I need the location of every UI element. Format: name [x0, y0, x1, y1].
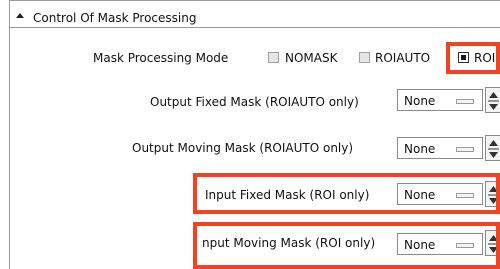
highlight-roi-option	[446, 42, 500, 74]
dropdown-handle-icon	[456, 147, 474, 152]
output-fixed-mask-spinner[interactable]	[485, 87, 500, 113]
nomask-label[interactable]: NOMASK	[285, 51, 337, 65]
highlight-input-moving-mask	[193, 222, 500, 269]
dropdown-handle-icon	[456, 99, 474, 104]
output-moving-mask-select[interactable]: None	[397, 137, 483, 159]
panel-title: Control Of Mask Processing	[33, 11, 197, 25]
select-value: None	[404, 94, 436, 108]
output-fixed-mask-label: Output Fixed Mask (ROIAUTO only)	[150, 95, 359, 109]
spinner-arrows-icon	[488, 140, 499, 158]
nomask-checkbox[interactable]	[268, 52, 279, 63]
collapse-triangle-icon[interactable]	[14, 10, 26, 22]
roiauto-label[interactable]: ROIAUTO	[375, 51, 430, 65]
spinner-arrows-icon	[488, 92, 499, 110]
output-fixed-mask-select[interactable]: None	[397, 89, 483, 111]
output-moving-mask-label: Output Moving Mask (ROIAUTO only)	[132, 141, 354, 155]
output-moving-mask-spinner[interactable]	[485, 135, 500, 161]
roiauto-checkbox[interactable]	[359, 52, 370, 63]
select-value: None	[404, 142, 436, 156]
mask-mode-label: Mask Processing Mode	[93, 51, 229, 65]
highlight-input-fixed-mask	[193, 173, 500, 214]
